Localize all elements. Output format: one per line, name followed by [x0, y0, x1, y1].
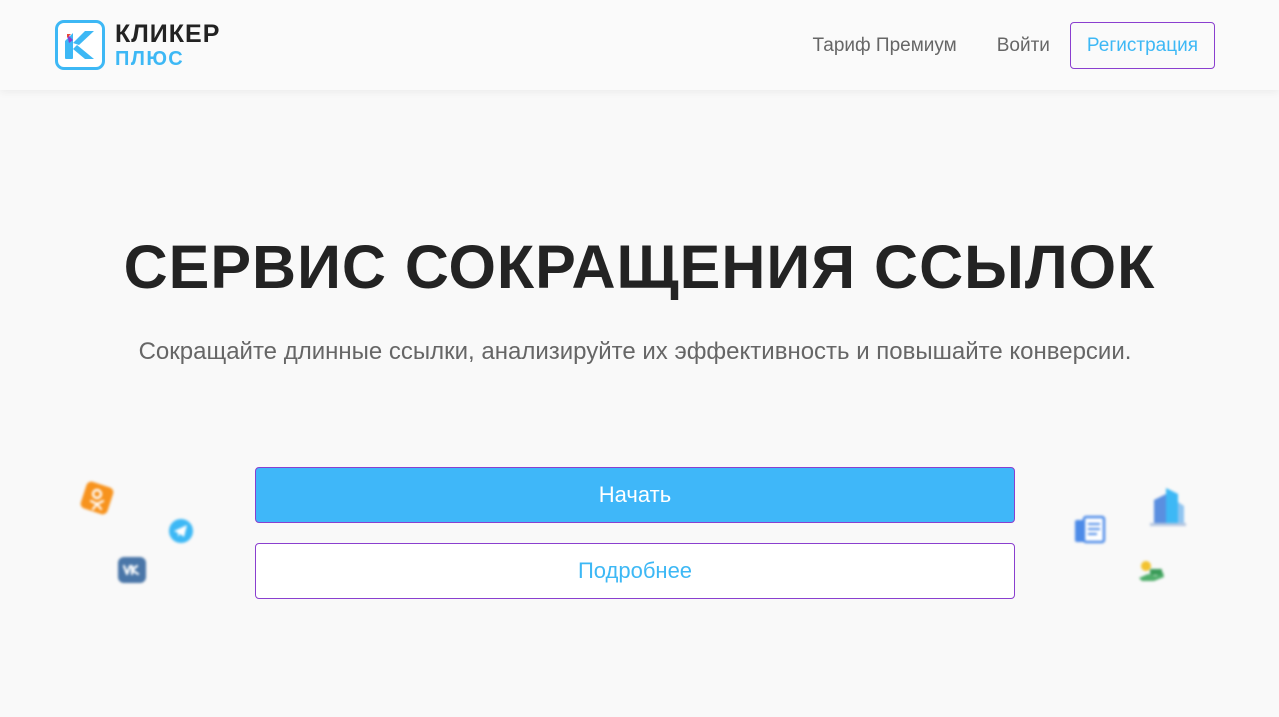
logo-mark-icon — [55, 20, 105, 70]
register-button[interactable]: Регистрация — [1069, 22, 1215, 69]
telegram-icon — [168, 518, 194, 549]
page-subtitle: Сокращайте длинные ссылки, анализируйте … — [138, 338, 1132, 365]
logo-word-secondary: ПЛЮС — [115, 47, 185, 70]
more-info-button[interactable]: Подробнее — [255, 543, 1015, 599]
logo-word-primary: КЛИКЕР — [115, 19, 221, 48]
nav-login-link[interactable]: Войти — [997, 35, 1050, 57]
logo[interactable]: КЛИКЕР ПЛЮС — [55, 20, 220, 70]
top-nav: Тариф Премиум Войти Регистрация — [813, 22, 1215, 69]
page-title: СЕРВИС СОКРАЩЕНИЯ ССЫЛОК — [123, 233, 1156, 301]
odnoklassniki-icon — [80, 481, 114, 520]
start-button[interactable]: Начать — [255, 467, 1015, 523]
vk-icon — [117, 556, 147, 589]
money-hand-icon — [1136, 558, 1166, 589]
buildings-icon — [1148, 484, 1188, 533]
site-header: КЛИКЕР ПЛЮС Тариф Премиум Войти Регистра… — [0, 0, 1279, 90]
nav-premium-link[interactable]: Тариф Премиум — [813, 35, 957, 57]
form-icon — [1073, 513, 1107, 552]
